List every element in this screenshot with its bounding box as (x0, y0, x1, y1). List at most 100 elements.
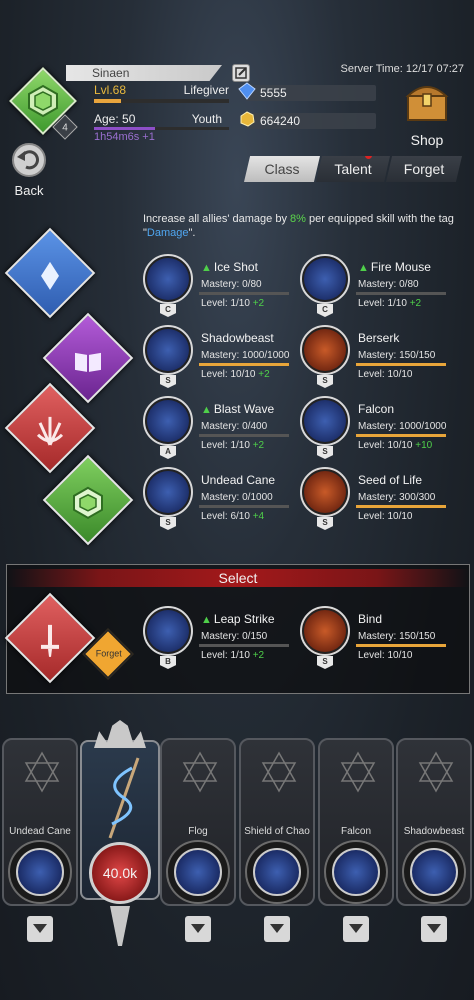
skill-name-text: Ice Shot (213, 260, 258, 274)
unequip-arrow-button[interactable] (343, 916, 369, 942)
bonus-percent: 8% (290, 213, 306, 225)
skill-card-bind[interactable]: S Bind Mastery: 150/150 Level: 10/10 (300, 604, 460, 669)
skill-name-text: Undead Cane (201, 473, 276, 487)
triple-arrow-icon (36, 416, 64, 446)
gem-counter: 5555 (238, 82, 376, 101)
mastery-bar (356, 292, 446, 295)
unequip-arrow-button[interactable] (264, 916, 290, 942)
leap-strike-icon (143, 606, 193, 656)
upgrade-arrow-icon: ▲ (201, 404, 212, 416)
falcon-icon (332, 848, 380, 896)
undead-cane-icon (16, 848, 64, 896)
slot-label: Falcon (340, 826, 371, 837)
grade-badge: S (317, 517, 333, 530)
grade-badge: C (317, 304, 333, 317)
skill-name: Undead Cane (201, 473, 275, 487)
skill-card-blast-wave[interactable]: A ▲ Blast Wave Mastery: 0/400 Level: 1/10… (143, 394, 303, 459)
skill-level: Level: 10/10 (358, 369, 413, 380)
skill-level: Level: 1/10 +2 (201, 650, 264, 661)
back-label: Back (14, 183, 44, 198)
back-button[interactable]: Back (6, 143, 52, 199)
skill-level-text: Level: 6/10 (201, 511, 250, 522)
skill-name-text: Leap Strike (213, 612, 275, 626)
unequip-arrow-button[interactable] (421, 916, 447, 942)
berserk-icon (300, 325, 350, 375)
unequip-arrow-button[interactable] (185, 916, 211, 942)
shield-of-chaos-icon (253, 848, 301, 896)
skill-name: Falcon (358, 402, 394, 416)
mastery-bar-fill (356, 363, 446, 366)
skill-name-text: Bind (358, 612, 383, 626)
level-bonus: +4 (252, 511, 265, 522)
skill-card-berserk[interactable]: S Berserk Mastery: 150/150 Level: 10/10 (300, 323, 460, 388)
level-bonus: +2 (252, 440, 265, 451)
skill-card-shadowbeast[interactable]: S Shadowbeast Mastery: 1000/1000 Level: … (143, 323, 303, 388)
mastery-bar-fill (199, 363, 289, 366)
skillbar-slot-shield-of-chaos[interactable]: Shield of Chao (239, 738, 315, 906)
skill-card-fire-mouse[interactable]: C ▲ Fire Mouse Mastery: 0/80 Level: 1/10 … (300, 252, 460, 317)
skill-mastery: Mastery: 1000/1000 (358, 421, 447, 432)
skill-name: ▲ Leap Strike (201, 612, 275, 626)
tab-class[interactable]: Class (244, 156, 320, 182)
bonus-text-pre: Increase all allies' damage by (143, 213, 291, 225)
skill-card-seed-of-life[interactable]: S Seed of Life Mastery: 300/300 Level: 1… (300, 465, 460, 530)
down-arrow-icon (270, 924, 284, 933)
select-title: Select (218, 570, 258, 586)
slot-socket (324, 840, 388, 904)
skillbar-slot-flog[interactable]: Flog (160, 738, 236, 906)
slot-label: Flog (188, 826, 208, 837)
skill-mastery: Mastery: 0/150 (201, 631, 268, 642)
grade-badge: C (160, 304, 176, 317)
level-row: Lvl.68 Lifegiver (94, 83, 229, 97)
ice-shot-icon (143, 254, 193, 304)
player-class: Lifegiver (183, 83, 229, 97)
skillbar-featured-slot[interactable]: 40.0k (80, 720, 160, 946)
unequip-arrow-button[interactable] (27, 916, 53, 942)
skill-level: Level: 10/10 (358, 650, 413, 661)
mastery-bar-fill (356, 434, 446, 437)
skill-level: Level: 1/10 +2 (201, 298, 264, 309)
mastery-bar (199, 434, 289, 437)
skill-card-ice-shot[interactable]: C ▲ Ice Shot Mastery: 0/80 Level: 1/10 +2 (143, 252, 303, 317)
level-bonus: +2 (252, 650, 265, 661)
tab-talent[interactable]: Talent (316, 156, 390, 182)
skill-level-text: Level: 1/10 (358, 298, 407, 309)
skill-name: Seed of Life (358, 473, 422, 487)
edit-icon (235, 67, 247, 79)
level-bonus: +2 (252, 298, 265, 309)
slot-socket (8, 840, 72, 904)
level-progress-fill (94, 99, 121, 103)
mastery-bar (356, 363, 446, 366)
skill-name: Berserk (358, 331, 399, 345)
edit-name-button[interactable] (232, 64, 250, 82)
grade-badge: A (160, 446, 176, 459)
mastery-bar (356, 644, 446, 647)
skill-card-leap-strike[interactable]: B ▲ Leap Strike Mastery: 0/150 Level: 1/1… (143, 604, 303, 669)
grade-badge: S (317, 375, 333, 388)
shop-button[interactable]: Shop (398, 80, 456, 150)
grade-badge: S (160, 375, 176, 388)
skill-name-text: Fire Mouse (370, 260, 431, 274)
skill-card-falcon[interactable]: S Falcon Mastery: 1000/1000 Level: 10/10… (300, 394, 460, 459)
skill-card-undead-cane[interactable]: S Undead Cane Mastery: 0/1000 Level: 6/1… (143, 465, 303, 530)
mastery-bar (199, 292, 289, 295)
skillbar-slot-falcon[interactable]: Falcon (318, 738, 394, 906)
down-arrow-icon (33, 924, 47, 933)
class-bonus-description: Increase all allies' damage by 8% per eq… (143, 212, 463, 240)
hexagram-icon (24, 751, 60, 793)
skill-level-text: Level: 1/10 (201, 298, 250, 309)
skillbar-slot-undead-cane[interactable]: Undead Cane (2, 738, 78, 906)
skill-mastery: Mastery: 0/1000 (201, 492, 273, 503)
class-slot-mage[interactable] (4, 227, 96, 319)
skill-mastery: Mastery: 0/80 (358, 279, 419, 290)
skill-level-text: Level: 1/10 (201, 440, 250, 451)
shadowbeast-icon (143, 325, 193, 375)
skill-level: Level: 10/10 +2 (201, 369, 270, 380)
tab-forget[interactable]: Forget (386, 156, 462, 182)
skill-name: ▲ Ice Shot (201, 260, 258, 274)
skill-name: Shadowbeast (201, 331, 274, 345)
bonus-tag: Damage (146, 227, 189, 239)
class-slot-lifegiver[interactable] (42, 454, 134, 546)
skillbar-slot-shadowbeast[interactable]: Shadowbeast (396, 738, 472, 906)
grade-badge: B (160, 656, 176, 669)
